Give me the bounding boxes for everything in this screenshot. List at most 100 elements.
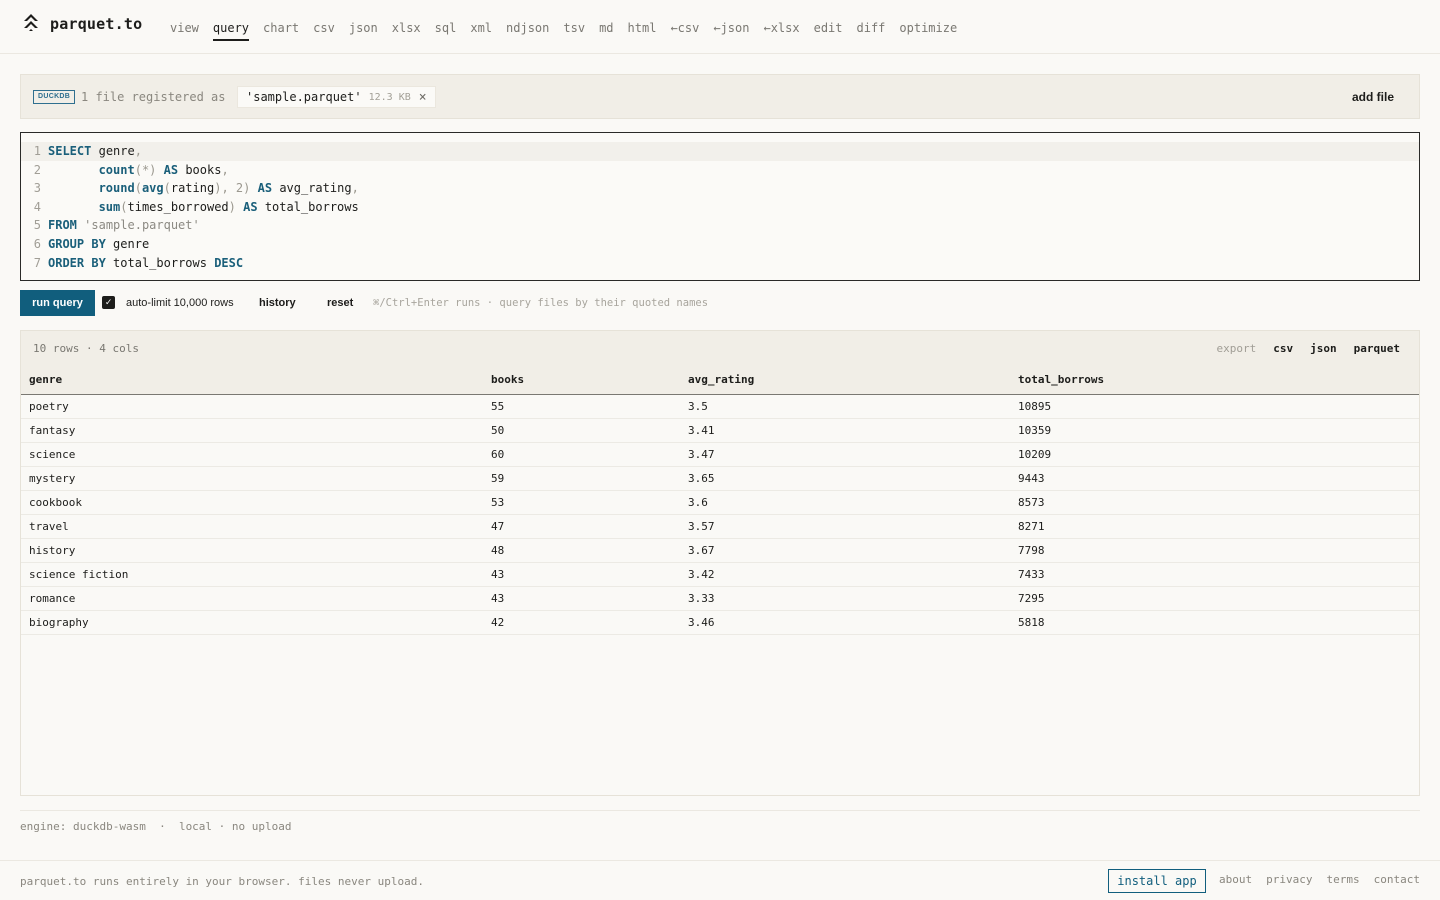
nav-item-2[interactable]: chart [263, 21, 299, 41]
nav-item-6[interactable]: sql [435, 21, 457, 41]
export-parquet-button[interactable]: parquet [1354, 342, 1400, 355]
nav-item-17[interactable]: optimize [899, 21, 957, 41]
engine-info: engine: duckdb-wasm · local · no upload [20, 820, 292, 833]
code-line: 7 ORDER BY total_borrows DESC [21, 254, 1419, 273]
registered-label: 1 file registered as [81, 90, 226, 104]
footer-link-about[interactable]: about [1219, 873, 1252, 886]
duckdb-badge: DUCKDB [33, 90, 76, 104]
table-row: science fiction 43 3.42 7433 [21, 563, 1419, 587]
table-cell: 7433 [1018, 568, 1045, 582]
table-cell: 47 [491, 520, 505, 534]
table-cell: 3.42 [688, 568, 715, 582]
code-line: 1 SELECT genre, [21, 142, 1419, 161]
file-name: 'sample.parquet' [246, 90, 362, 104]
table-cell: 43 [491, 592, 505, 606]
table-cell: 8573 [1018, 495, 1045, 509]
table-header-row: genre books avg_rating total_borrows [21, 365, 1419, 394]
table-cell: 10359 [1018, 423, 1052, 437]
table-cell: history [29, 544, 76, 558]
footer-link-contact[interactable]: contact [1374, 873, 1420, 886]
code-text: round(avg(rating), 2) AS avg_rating, [98, 181, 359, 196]
code-line: 4 sum(times_borrowed) AS total_borrows [21, 198, 1419, 217]
table-cell: 10209 [1018, 447, 1052, 461]
column-header-books[interactable]: books [483, 365, 680, 394]
table-cell: science fiction [29, 568, 129, 582]
table-cell: 3.65 [688, 471, 715, 485]
results-table: genre books avg_rating total_borrows poetry… [21, 365, 1419, 635]
line-number: 1 [33, 144, 41, 158]
table-cell: 9443 [1018, 471, 1045, 485]
code-text: ORDER BY total_borrows DESC [48, 255, 244, 270]
table-cell: 8271 [1018, 520, 1045, 534]
remove-file-icon[interactable]: × [419, 90, 427, 105]
nav-item-16[interactable]: diff [857, 21, 886, 41]
table-cell: 3.67 [688, 544, 715, 558]
column-header-genre[interactable]: genre [21, 365, 483, 394]
code-text: GROUP BY genre [48, 236, 150, 251]
reset-button[interactable]: reset [327, 297, 353, 309]
nav-item-10[interactable]: md [599, 21, 613, 41]
app-name: parquet.to [50, 14, 143, 33]
code-line: 5 FROM 'sample.parquet' [21, 216, 1419, 235]
add-file-button[interactable]: add file [1352, 90, 1394, 104]
format-nav: view query chart csv json xlsx sql xml ndjson tsv… [170, 21, 971, 41]
run-query-button[interactable]: run query [20, 290, 95, 316]
results-header: 10 rows · 4 cols export csv json parquet [21, 331, 1419, 365]
column-header-avg_rating[interactable]: avg_rating [680, 365, 1010, 394]
auto-limit-label: auto-limit 10,000 rows [126, 296, 234, 309]
nav-item-12[interactable]: ←csv [670, 21, 699, 41]
table-cell: 7295 [1018, 592, 1045, 606]
nav-item-3[interactable]: csv [313, 21, 335, 41]
footer-note: parquet.to runs entirely in your browser… [20, 875, 424, 888]
line-number: 4 [33, 199, 41, 214]
table-cell: science [29, 447, 76, 461]
install-app-button[interactable]: install app [1108, 869, 1206, 893]
history-button[interactable]: history [259, 297, 296, 309]
line-number: 5 [33, 218, 41, 233]
code-text: SELECT genre, [48, 144, 142, 158]
keyboard-hint: ⌘/Ctrl+Enter runs · query files by their… [373, 297, 709, 309]
table-cell: 3.57 [688, 520, 715, 534]
code-text: FROM 'sample.parquet' [48, 218, 200, 233]
export-group: export csv json parquet [1217, 342, 1400, 355]
table-cell: 5818 [1018, 616, 1045, 630]
brand[interactable]: parquet.to [21, 12, 142, 35]
results-panel: 10 rows · 4 cols export csv json parquet g… [20, 330, 1420, 796]
file-registry-bar: DUCKDB 1 file registered as 'sample.parq… [20, 74, 1420, 119]
nav-item-14[interactable]: ←xlsx [763, 21, 799, 41]
table-cell: cookbook [29, 495, 82, 509]
footer-link-terms[interactable]: terms [1327, 873, 1360, 886]
table-row: biography 42 3.46 5818 [21, 611, 1419, 635]
nav-item-15[interactable]: edit [814, 21, 843, 41]
export-csv-button[interactable]: csv [1273, 342, 1293, 355]
code-line: 2 count(*) AS books, [21, 161, 1419, 180]
export-json-button[interactable]: json [1310, 342, 1337, 355]
nav-item-13[interactable]: ←json [713, 21, 749, 41]
table-row: cookbook 53 3.6 8573 [21, 490, 1419, 515]
column-header-total_borrows[interactable]: total_borrows [1010, 365, 1419, 394]
table-cell: 60 [491, 447, 505, 461]
nav-item-8[interactable]: ndjson [506, 21, 549, 41]
table-cell: poetry [29, 399, 69, 413]
footer-link-privacy[interactable]: privacy [1266, 873, 1312, 886]
nav-item-4[interactable]: json [349, 21, 378, 41]
nav-item-9[interactable]: tsv [563, 21, 585, 41]
code-line: 6 GROUP BY genre [21, 235, 1419, 254]
table-cell: fantasy [29, 423, 76, 437]
table-row: poetry 55 3.5 10895 [21, 394, 1419, 419]
nav-item-1[interactable]: query [212, 21, 250, 41]
nav-item-5[interactable]: xlsx [392, 21, 421, 41]
table-cell: 3.6 [688, 495, 708, 509]
top-header: parquet.to view query chart csv json xlsx sql x… [0, 0, 1440, 54]
nav-item-7[interactable]: xml [470, 21, 492, 41]
code-line: 3 round(avg(rating), 2) AS avg_rating, [21, 179, 1419, 198]
table-cell: 53 [491, 495, 505, 509]
sql-editor[interactable]: 1 SELECT genre, 2 count(*) AS books, 3 roun… [20, 132, 1420, 281]
auto-limit-toggle[interactable]: ✓ auto-limit 10,000 rows [102, 296, 234, 309]
nav-item-0[interactable]: view [170, 21, 199, 41]
logo-icon [21, 12, 41, 35]
table-cell: 48 [491, 544, 505, 558]
nav-item-11[interactable]: html [628, 21, 657, 41]
footer: parquet.to runs entirely in your browser… [0, 860, 1440, 900]
auto-limit-checkbox[interactable]: ✓ [102, 296, 115, 309]
